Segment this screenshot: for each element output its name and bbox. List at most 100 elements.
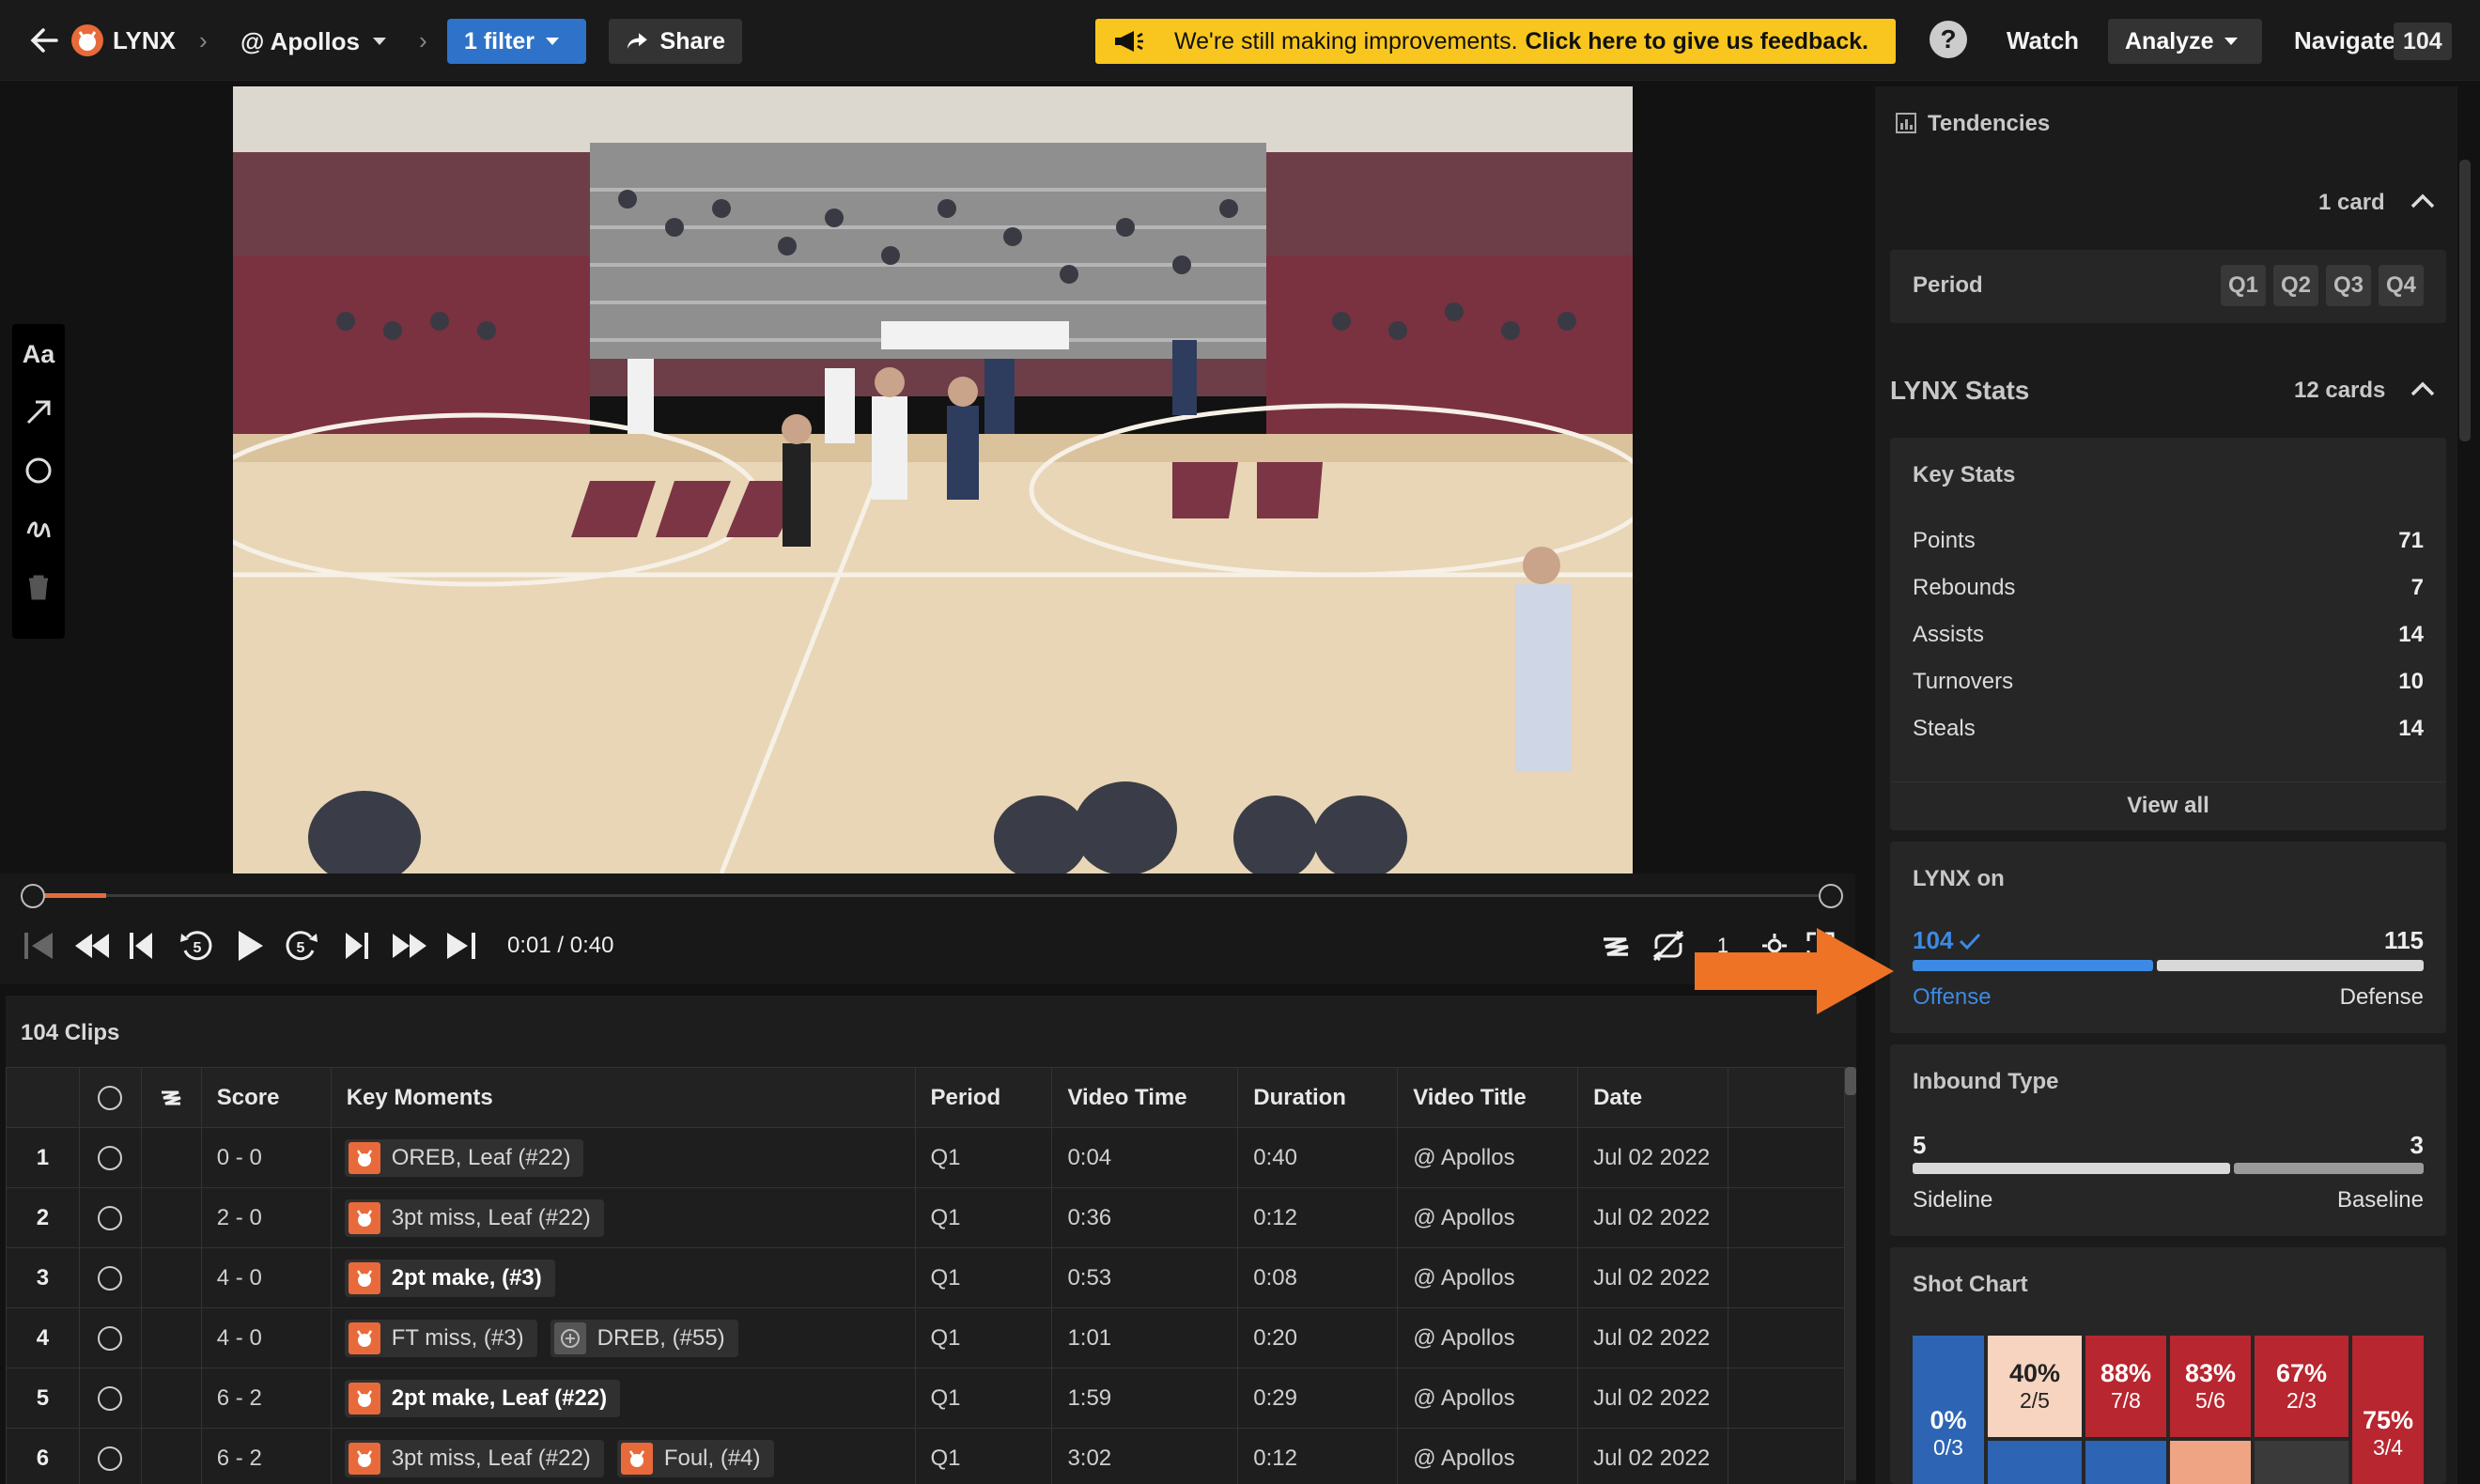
table-scrollbar[interactable] (1845, 1067, 1856, 1480)
quarter-q3-button[interactable]: Q3 (2326, 265, 2371, 306)
share-button[interactable]: Share (609, 19, 742, 64)
key-moment-chip[interactable]: OREB, Leaf (#22) (344, 1138, 584, 1177)
shot-zone-lower-left[interactable] (1988, 1441, 2082, 1484)
quarter-q1-button[interactable]: Q1 (2221, 265, 2266, 306)
back-5-seconds-icon[interactable]: 5 (178, 925, 216, 966)
period-column-header[interactable]: Period (914, 1067, 1053, 1128)
table-row[interactable]: 3 4 - 0 2pt make, (#3) Q1 0:53 0:08 @ Apollos J… (6, 1247, 1845, 1308)
table-row[interactable]: 2 2 - 0 3pt miss, Leaf (#22) Q1 0:36 0:12 @ Ap… (6, 1187, 1845, 1248)
baseline-value[interactable]: 3 (2410, 1131, 2424, 1160)
circle-tool-icon[interactable] (20, 452, 57, 489)
shot-zone-left-elbow[interactable]: 88% 7/8 (2085, 1336, 2166, 1437)
select-all-checkbox[interactable] (78, 1067, 142, 1128)
row-select-radio[interactable] (98, 1386, 123, 1412)
row-select-radio[interactable] (98, 1446, 123, 1472)
game-video[interactable] (233, 86, 1633, 873)
key-moment-chip[interactable]: 3pt miss, Leaf (#22) (344, 1198, 604, 1237)
row-select-radio[interactable] (98, 1146, 123, 1171)
date-column-header[interactable]: Date (1577, 1067, 1729, 1128)
previous-frame-icon[interactable] (126, 925, 160, 966)
row-select-cell[interactable] (78, 1368, 142, 1429)
key-moment-chip[interactable]: 3pt miss, Leaf (#22) (344, 1439, 604, 1477)
table-row[interactable]: 1 0 - 0 OREB, Leaf (#22) Q1 0:04 0:40 @ Apollo… (6, 1127, 1845, 1188)
telestration-column-header[interactable] (140, 1067, 202, 1128)
feedback-banner[interactable]: We're still making improvements. Click h… (1095, 19, 1896, 64)
freehand-tool-icon[interactable] (20, 510, 57, 548)
video-time-column-header[interactable]: Video Time (1051, 1067, 1239, 1128)
key-moment-chip[interactable]: FT miss, (#3) (344, 1319, 537, 1357)
offense-label[interactable]: Offense (1913, 984, 1992, 1011)
duration-column-header[interactable]: Duration (1237, 1067, 1399, 1128)
timeline-end-handle[interactable] (1819, 884, 1843, 908)
shot-zone-lower-right[interactable] (2255, 1441, 2348, 1484)
team-name[interactable]: LYNX (113, 28, 176, 53)
row-select-cell[interactable] (78, 1307, 142, 1368)
text-tool-icon[interactable]: Aa (20, 335, 57, 373)
trash-icon[interactable] (20, 568, 57, 606)
play-icon[interactable] (229, 925, 271, 966)
team-logo-icon (620, 1442, 653, 1475)
shot-zone-lower-mid[interactable] (2170, 1441, 2251, 1484)
quarter-q2-button[interactable]: Q2 (2273, 265, 2318, 306)
key-moment-chip[interactable]: Foul, (#4) (616, 1439, 774, 1477)
chevron-up-icon[interactable] (2410, 193, 2435, 209)
game-selector[interactable]: @ Apollos (240, 19, 386, 64)
row-select-cell[interactable] (78, 1247, 142, 1308)
duration-cell: 0:20 (1237, 1307, 1399, 1368)
table-row[interactable]: 5 6 - 2 2pt make, Leaf (#22) Q1 1:59 0:29 @ Ap… (6, 1368, 1845, 1429)
team-logo-icon (348, 1382, 380, 1414)
timeline-track[interactable] (34, 894, 1833, 897)
offense-value[interactable]: 104 (1913, 926, 1981, 955)
sideline-label[interactable]: Sideline (1913, 1187, 1992, 1213)
feedback-link[interactable]: Click here to give us feedback. (1526, 28, 1868, 55)
shot-zone-right-corner[interactable]: 75% 3/4 (2352, 1336, 2424, 1484)
key-moments-column-header[interactable]: Key Moments (330, 1067, 916, 1128)
shot-zone-left-corner[interactable]: 0% 0/3 (1913, 1336, 1984, 1484)
shot-zone-top-key[interactable]: 83% 5/6 (2170, 1336, 2251, 1437)
loop-disabled-icon[interactable] (1650, 925, 1687, 966)
next-frame-icon[interactable] (338, 925, 372, 966)
timeline-start-handle[interactable] (21, 884, 45, 908)
help-icon[interactable]: ? (1930, 21, 1967, 58)
watch-tab[interactable]: Watch (2007, 28, 2079, 53)
table-row[interactable]: 4 4 - 0 FT miss, (#3) DREB, (#55) Q1 1:01 0:20… (6, 1307, 1845, 1368)
score-column-header[interactable]: Score (200, 1067, 332, 1128)
shot-zone-lower-mid-left[interactable] (2085, 1441, 2166, 1484)
score-cell: 0 - 0 (200, 1127, 332, 1188)
arrow-tool-icon[interactable] (20, 394, 57, 431)
video-title-column-header[interactable]: Video Title (1397, 1067, 1579, 1128)
table-row[interactable]: 6 6 - 2 3pt miss, Leaf (#22) Foul, (#4) Q1 3:… (6, 1428, 1845, 1484)
view-all-link[interactable]: View all (1890, 781, 2446, 830)
sideline-value[interactable]: 5 (1913, 1131, 1926, 1160)
baseline-label[interactable]: Baseline (2337, 1187, 2424, 1213)
filter-button[interactable]: 1 filter (447, 19, 586, 64)
row-select-radio[interactable] (98, 1206, 123, 1231)
select-all-radio[interactable] (98, 1086, 123, 1111)
row-select-cell[interactable] (78, 1428, 142, 1484)
row-select-radio[interactable] (98, 1266, 123, 1291)
defense-label[interactable]: Defense (2340, 984, 2424, 1011)
row-select-cell[interactable] (78, 1127, 142, 1188)
telestration-toggle-icon[interactable] (1597, 925, 1635, 966)
navigate-tab[interactable]: Navigate (2294, 28, 2395, 53)
defense-value[interactable]: 115 (2384, 926, 2424, 955)
quarter-q4-button[interactable]: Q4 (2379, 265, 2424, 306)
row-select-cell[interactable] (78, 1187, 142, 1248)
analyze-menu[interactable]: Analyze (2108, 19, 2262, 64)
skip-to-end-icon[interactable] (442, 925, 479, 966)
rewind-icon[interactable] (71, 925, 113, 966)
key-moment-chip[interactable]: 2pt make, (#3) (344, 1259, 555, 1297)
key-moment-chip[interactable]: DREB, (#55) (550, 1319, 738, 1357)
forward-5-seconds-icon[interactable]: 5 (282, 925, 319, 966)
back-arrow-icon[interactable] (28, 24, 60, 56)
chevron-up-icon[interactable] (2410, 381, 2435, 396)
panel-scrollbar[interactable] (2459, 160, 2471, 441)
tendencies-card-count: 1 card (2318, 190, 2385, 215)
fast-forward-icon[interactable] (389, 925, 430, 966)
key-moment-chip[interactable]: 2pt make, Leaf (#22) (344, 1379, 621, 1417)
shot-chart-title: Shot Chart (1913, 1272, 2028, 1297)
row-select-radio[interactable] (98, 1326, 123, 1352)
skip-to-start-icon[interactable] (21, 925, 58, 966)
shot-zone-right-wing[interactable]: 67% 2/3 (2255, 1336, 2348, 1437)
shot-zone-left-wing[interactable]: 40% 2/5 (1988, 1336, 2082, 1437)
